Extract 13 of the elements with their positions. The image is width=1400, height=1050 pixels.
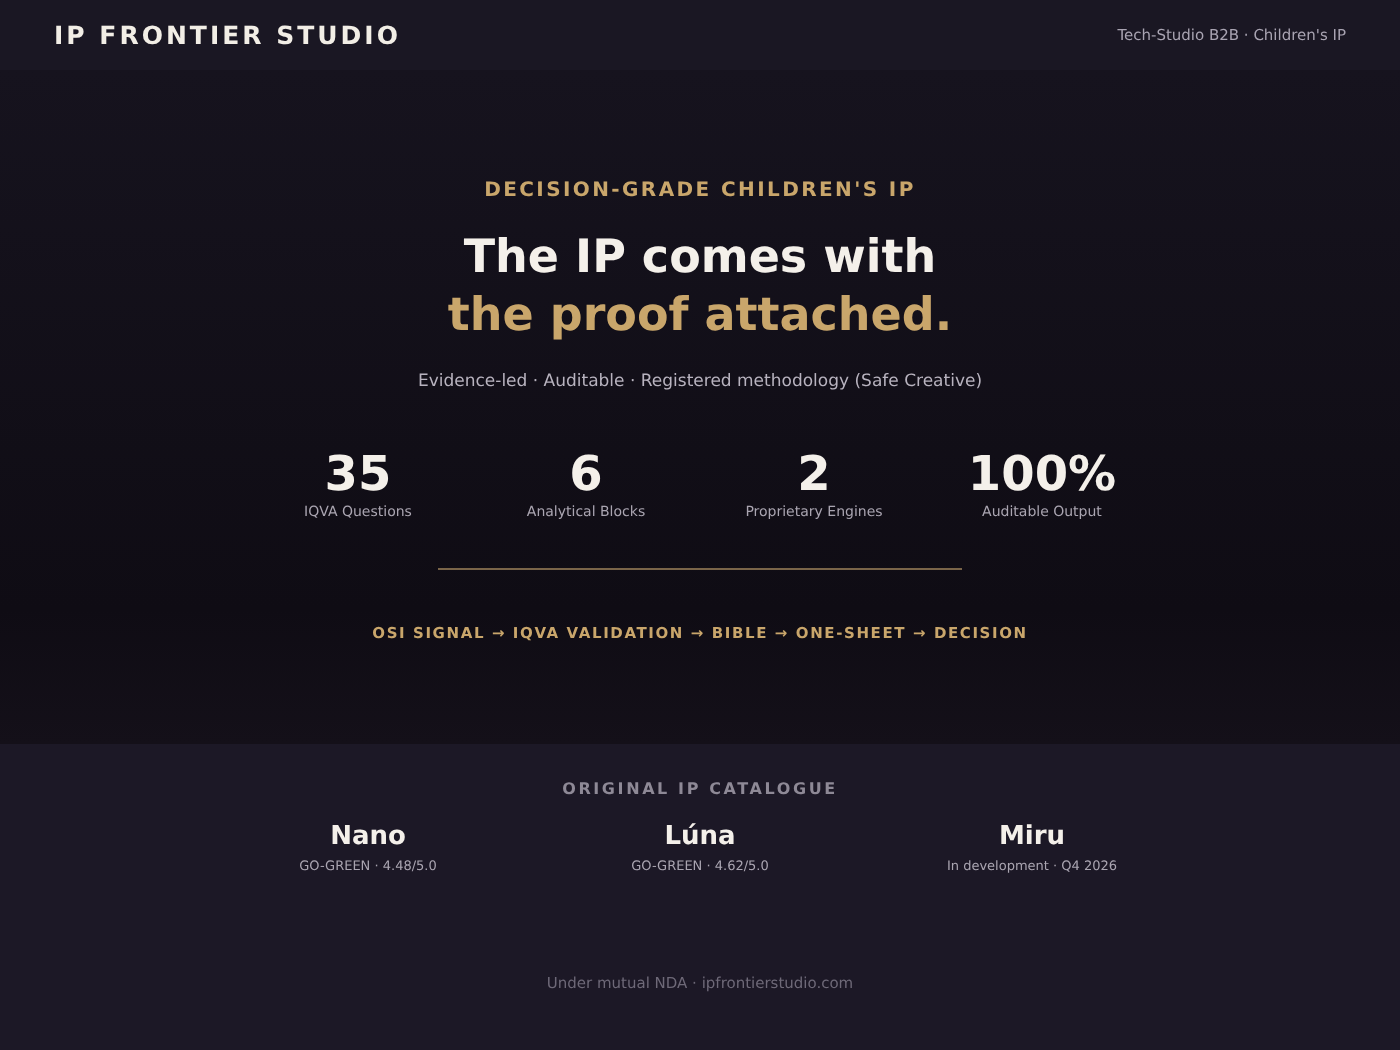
stat-value: 100% bbox=[967, 448, 1117, 500]
hero-title-accent: the proof attached. bbox=[447, 288, 953, 346]
brand-name: IP FRONTIER STUDIO bbox=[54, 20, 401, 50]
stat-value: 2 bbox=[797, 448, 831, 500]
ip-name: Miru bbox=[998, 822, 1066, 852]
hero-title: The IP comes with bbox=[463, 230, 937, 288]
stat-value: 6 bbox=[569, 448, 603, 500]
stat-value: 35 bbox=[324, 448, 392, 500]
catalogue-heading: ORIGINAL IP CATALOGUE bbox=[562, 780, 838, 798]
ip-name: Nano bbox=[330, 822, 406, 852]
eyebrow-text: DECISION-GRADE CHILDREN'S IP bbox=[484, 180, 916, 202]
ip-name: Lúna bbox=[664, 822, 736, 852]
hero-subtitle: Evidence-led · Auditable · Registered methodology (Safe Creative) bbox=[417, 372, 983, 392]
